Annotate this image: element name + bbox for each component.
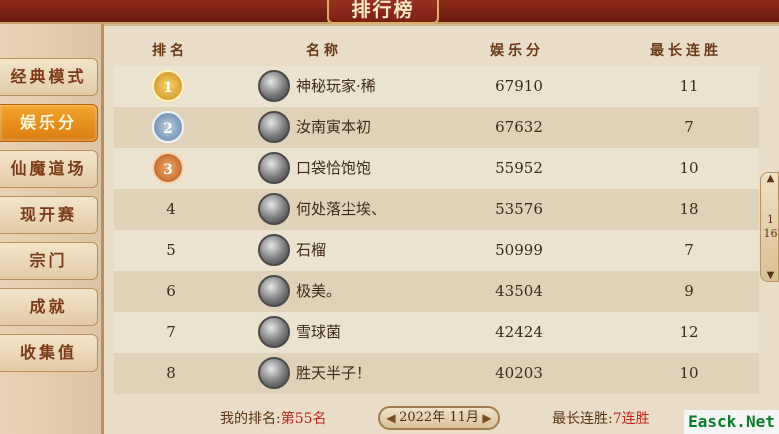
player-streak: 18 xyxy=(679,200,699,218)
player-score: 67632 xyxy=(495,118,543,136)
page-title: 排行榜 xyxy=(327,0,439,24)
table-row[interactable]: 7 雪球菌 42424 12 xyxy=(114,312,759,353)
tab-achievement[interactable]: 成就 xyxy=(0,288,98,326)
my-streak-info: 最长连胜:7连胜 xyxy=(552,408,650,428)
tab-open-tournament[interactable]: 现开赛 xyxy=(0,196,98,234)
player-streak: 10 xyxy=(679,159,699,177)
gold-medal-icon: 1 xyxy=(152,70,184,102)
month-selector[interactable]: ◀ 2022年 11月 ▶ xyxy=(378,406,500,430)
tab-sect[interactable]: 宗门 xyxy=(0,242,98,280)
player-score: 43504 xyxy=(495,282,543,300)
player-streak: 7 xyxy=(684,118,694,136)
chevron-down-icon[interactable]: ▼ xyxy=(763,270,778,281)
player-name: 石榴 xyxy=(296,241,327,259)
my-streak-label: 最长连胜: xyxy=(552,411,613,427)
player-streak: 9 xyxy=(684,282,694,300)
player-score: 55952 xyxy=(495,159,543,177)
player-name: 何处落尘埃、 xyxy=(296,200,387,218)
total-pages: 16 xyxy=(763,227,778,240)
player-score: 67910 xyxy=(495,77,543,95)
watermark: Easck.Net xyxy=(684,410,779,434)
avatar[interactable] xyxy=(258,152,290,184)
player-name: 雪球菌 xyxy=(296,323,342,341)
player-rank: 6 xyxy=(166,282,176,300)
bronze-medal-icon: 3 xyxy=(152,152,184,184)
player-score: 50999 xyxy=(495,241,543,259)
player-streak: 11 xyxy=(679,77,699,95)
column-header-score: 娱乐分 xyxy=(490,43,544,59)
table-row[interactable]: 5 石榴 50999 7 xyxy=(114,230,759,271)
leaderboard-panel: 排名 名称 娱乐分 最长连胜 1 神秘玩家·稀 67910 11 2 汝南寅本初… xyxy=(104,24,779,434)
table-row[interactable]: 3 口袋恰饱饱 55952 10 xyxy=(114,148,759,189)
category-tab-list: 经典模式 娱乐分 仙魔道场 现开赛 宗门 成就 收集值 xyxy=(0,24,104,434)
next-month-icon[interactable]: ▶ xyxy=(480,408,494,428)
my-rank-label: 我的排名: xyxy=(220,411,281,427)
current-page: 1 xyxy=(767,213,774,226)
avatar[interactable] xyxy=(258,316,290,348)
page-indicator[interactable]: ▲ 1 16 ▼ xyxy=(760,172,779,282)
leaderboard-rows: 1 神秘玩家·稀 67910 11 2 汝南寅本初 67632 7 3 口袋恰饱… xyxy=(114,66,759,394)
player-streak: 7 xyxy=(684,241,694,259)
player-streak: 12 xyxy=(679,323,699,341)
column-header-rank: 排名 xyxy=(152,43,188,59)
column-header-streak: 最长连胜 xyxy=(650,43,722,59)
player-rank: 5 xyxy=(166,241,176,259)
my-rank-info: 我的排名:第55名 xyxy=(220,408,327,428)
avatar[interactable] xyxy=(258,234,290,266)
tab-classic-mode[interactable]: 经典模式 xyxy=(0,58,98,96)
avatar[interactable] xyxy=(258,275,290,307)
table-row[interactable]: 2 汝南寅本初 67632 7 xyxy=(114,107,759,148)
avatar[interactable] xyxy=(258,357,290,389)
player-name: 胜天半子！ xyxy=(296,364,372,382)
player-name: 口袋恰饱饱 xyxy=(296,159,372,177)
column-header-name: 名称 xyxy=(306,43,342,59)
month-value: 2022年 11月 xyxy=(399,410,479,425)
avatar[interactable] xyxy=(258,193,290,225)
player-name: 神秘玩家·稀 xyxy=(296,77,376,95)
silver-medal-icon: 2 xyxy=(152,111,184,143)
player-rank: 7 xyxy=(166,323,176,341)
previous-month-icon[interactable]: ◀ xyxy=(384,408,398,428)
chevron-up-icon[interactable]: ▲ xyxy=(763,173,778,184)
tab-immortal-demon-arena[interactable]: 仙魔道场 xyxy=(0,150,98,188)
tab-collection-value[interactable]: 收集值 xyxy=(0,334,98,372)
tab-entertainment-score[interactable]: 娱乐分 xyxy=(0,104,98,142)
table-row[interactable]: 6 极美。 43504 9 xyxy=(114,271,759,312)
player-rank: 4 xyxy=(166,200,176,218)
table-row[interactable]: 4 何处落尘埃、 53576 18 xyxy=(114,189,759,230)
avatar[interactable] xyxy=(258,70,290,102)
table-row[interactable]: 1 神秘玩家·稀 67910 11 xyxy=(114,66,759,107)
table-row[interactable]: 8 胜天半子！ 40203 10 xyxy=(114,353,759,394)
player-rank: 8 xyxy=(166,364,176,382)
avatar[interactable] xyxy=(258,111,290,143)
player-score: 53576 xyxy=(495,200,543,218)
player-name: 汝南寅本初 xyxy=(296,118,372,136)
my-streak-value: 7连胜 xyxy=(612,411,650,427)
player-name: 极美。 xyxy=(296,282,342,300)
player-streak: 10 xyxy=(679,364,699,382)
player-score: 42424 xyxy=(495,323,543,341)
my-rank-value: 第55名 xyxy=(280,411,327,427)
player-score: 40203 xyxy=(495,364,543,382)
